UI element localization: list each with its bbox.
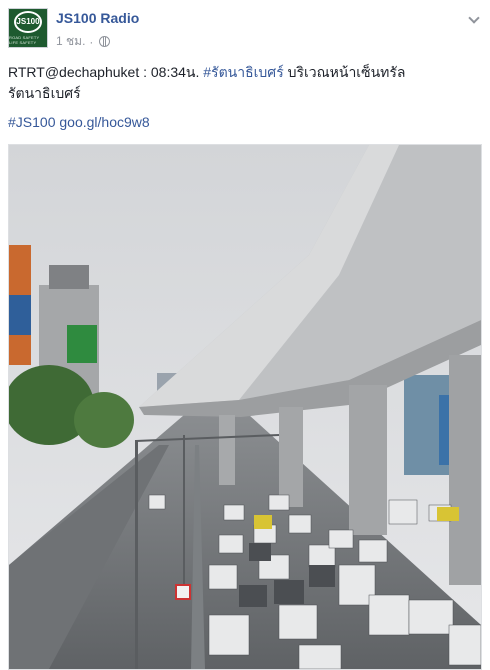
globe-icon: [99, 36, 111, 47]
post-header: JS100 ROAD SAFETY LIFE SAFETY JS100 Radi…: [8, 8, 482, 52]
hashtag-location-link[interactable]: #รัตนาธิเบศร์: [203, 64, 283, 80]
post-photo[interactable]: [8, 144, 482, 670]
post-meta: 1 ชม. ·: [56, 32, 111, 51]
short-link[interactable]: goo.gl/hoc9w8: [59, 114, 149, 130]
hashtag-station-link[interactable]: #JS100: [8, 114, 55, 130]
logo-tagline: ROAD SAFETY LIFE SAFETY: [9, 35, 40, 45]
page-name-link[interactable]: JS100 Radio: [56, 10, 139, 26]
chevron-down-icon[interactable]: [466, 12, 482, 28]
js100-logo: JS100: [14, 11, 42, 33]
post-tags: #JS100 goo.gl/hoc9w8: [8, 114, 150, 130]
avatar[interactable]: JS100 ROAD SAFETY LIFE SAFETY: [8, 8, 48, 48]
meta-separator: ·: [89, 34, 94, 49]
traffic-photo: [9, 145, 481, 669]
post-message: RTRT@dechaphuket : 08:34น. #รัตนาธิเบศร์…: [8, 62, 478, 104]
message-text: RTRT@dechaphuket : 08:34น.: [8, 64, 204, 80]
timestamp-link[interactable]: 1 ชม.: [56, 32, 85, 51]
